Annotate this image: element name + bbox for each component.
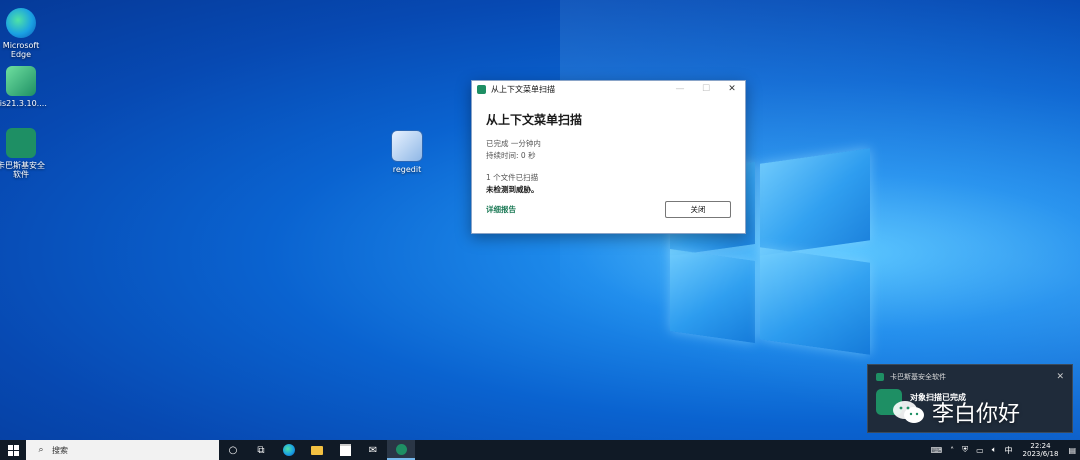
wechat-icon: [893, 401, 924, 423]
taskbar-search-box[interactable]: ⌕ 搜索: [26, 440, 219, 460]
detailed-report-link[interactable]: 详细报告: [486, 204, 516, 215]
toast-app-name: 卡巴斯基安全软件: [890, 373, 946, 381]
threat-result: 未检测到威胁。: [486, 185, 539, 194]
regedit-icon: [391, 130, 423, 162]
volume-icon[interactable]: 🔈︎: [992, 445, 997, 455]
kaspersky-icon: [876, 373, 884, 381]
ime-indicator[interactable]: 中: [1005, 445, 1013, 456]
scan-dialog: 从上下文菜单扫描 — ☐ ✕ 从上下文菜单扫描 已完成 一分钟内 持续时间: 0…: [471, 80, 746, 234]
taskbar-kaspersky-icon[interactable]: [387, 440, 415, 460]
security-icon[interactable]: ⛨: [962, 445, 968, 455]
mail-icon[interactable]: ✉: [359, 440, 387, 460]
dialog-content: 从上下文菜单扫描 已完成 一分钟内 持续时间: 0 秒 1 个文件已扫描 未检测…: [472, 97, 745, 196]
desktop-icon-label: kis21.3.10....: [0, 99, 47, 108]
clock-time: 22:24: [1030, 442, 1051, 450]
dialog-footer: 详细报告 关闭: [486, 201, 731, 218]
system-tray: ⌨ ˄ ⛨ ▭ 🔈︎ 中 22:24 2023/6/18 ▤: [927, 440, 1080, 460]
watermark: 李白你好: [892, 396, 1020, 428]
desktop-icon-edge[interactable]: Microsoft Edge: [0, 8, 48, 59]
minimize-button[interactable]: —: [667, 81, 693, 97]
kaspersky-shield-icon: [477, 84, 486, 94]
network-icon[interactable]: ▭: [976, 446, 984, 455]
taskbar: ⌕ 搜索 ○ ⧉ ✉ ⌨ ˄ ⛨ ▭ 🔈︎ 中 22:24 2023/6/18 …: [0, 440, 1080, 460]
close-button[interactable]: 关闭: [665, 201, 731, 218]
desktop-icon-installer[interactable]: kis21.3.10....: [0, 66, 48, 108]
task-view-icon[interactable]: ⧉: [247, 440, 275, 460]
scan-duration: 持续时间: 0 秒: [486, 151, 536, 160]
search-placeholder: 搜索: [52, 445, 68, 455]
toast-header: 卡巴斯基安全软件 ✕: [868, 365, 1072, 389]
clock-date: 2023/6/18: [1022, 450, 1059, 458]
search-icon: ⌕: [38, 445, 44, 455]
notification-center-icon[interactable]: ▤: [1068, 446, 1076, 455]
toast-close-icon[interactable]: ✕: [1056, 372, 1064, 382]
cortana-icon[interactable]: ○: [219, 440, 247, 460]
kaspersky-icon: [6, 128, 36, 158]
desktop-icon-regedit[interactable]: regedit: [380, 130, 434, 174]
chevron-up-icon[interactable]: ˄: [950, 446, 954, 455]
window-close-button[interactable]: ✕: [719, 81, 745, 97]
dialog-heading: 从上下文菜单扫描: [486, 113, 583, 127]
dialog-window-title: 从上下文菜单扫描: [491, 84, 555, 94]
edge-icon: [6, 8, 36, 38]
watermark-text: 李白你好: [932, 402, 1021, 427]
keyboard-icon[interactable]: ⌨: [931, 446, 943, 455]
installer-icon: [6, 66, 36, 96]
maximize-button[interactable]: ☐: [693, 81, 719, 97]
start-button[interactable]: [0, 440, 26, 460]
windows-logo-icon: [7, 444, 19, 456]
desktop-icon-label: regedit: [392, 165, 422, 174]
store-icon[interactable]: [331, 440, 359, 460]
clock[interactable]: 22:24 2023/6/18: [1023, 442, 1059, 458]
taskbar-edge-icon[interactable]: [275, 440, 303, 460]
dialog-titlebar[interactable]: 从上下文菜单扫描 — ☐ ✕: [472, 81, 745, 97]
file-explorer-icon[interactable]: [303, 440, 331, 460]
desktop-icon-label: 卡巴斯基安全软件: [0, 161, 45, 179]
files-scanned: 1 个文件已扫描: [486, 173, 539, 182]
desktop-icon-label: Microsoft Edge: [2, 41, 40, 59]
scan-status: 已完成 一分钟内: [486, 139, 541, 148]
desktop-icon-kaspersky[interactable]: 卡巴斯基安全软件: [0, 128, 48, 179]
